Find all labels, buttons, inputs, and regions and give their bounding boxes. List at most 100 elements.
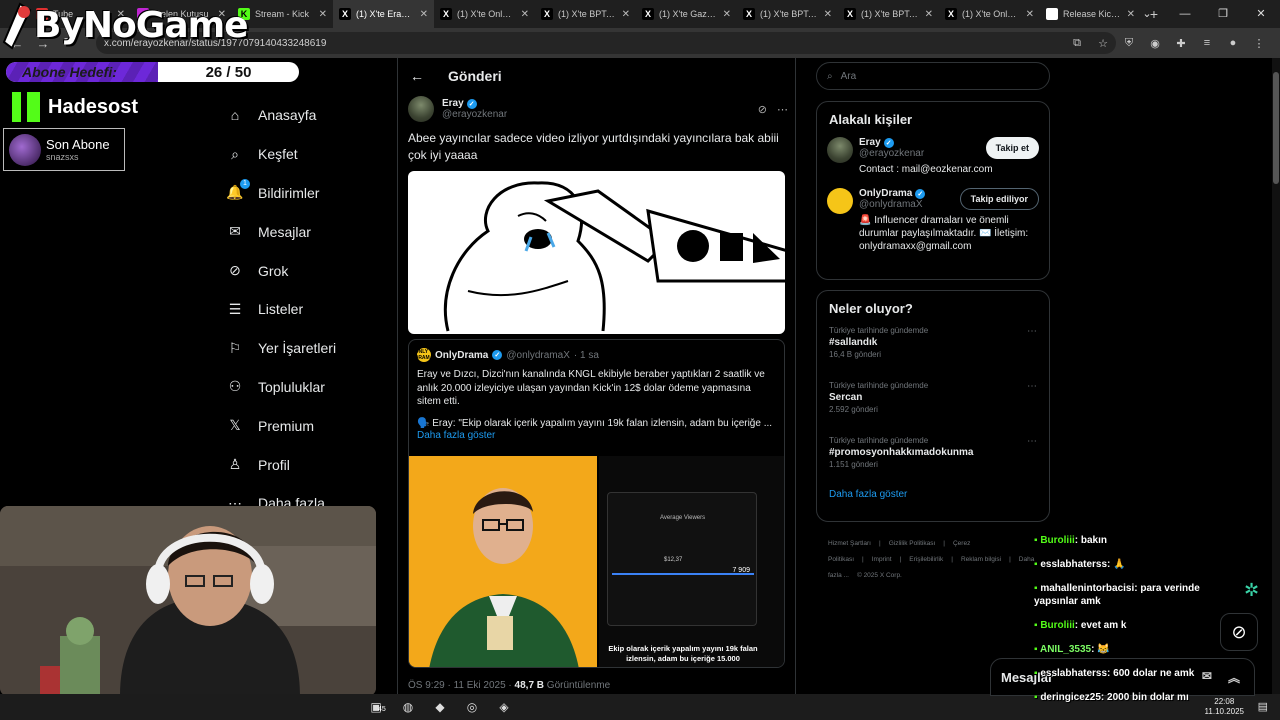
tab-favicon-icon: X (945, 8, 957, 20)
sidebar-item-x-logo[interactable]: 𝕏 Premium (222, 406, 382, 445)
extension-icon[interactable]: ◉ (1142, 37, 1168, 50)
bookmark-star-icon[interactable]: ☆ (1090, 37, 1116, 50)
trend-more-icon[interactable]: ⋯ (1027, 381, 1037, 392)
trends-show-more[interactable]: Daha fazla göster (817, 485, 1049, 510)
close-window-button[interactable]: ✕ (1242, 0, 1280, 28)
post-image[interactable] (408, 171, 785, 334)
footer-link[interactable]: Hizmet Şartları (828, 540, 871, 547)
trend-more-icon[interactable]: ⋯ (1027, 436, 1037, 447)
puzzle-icon[interactable]: ✚ (1168, 37, 1194, 50)
browser-tab[interactable]: X (1) X'te BPT: "V ✕ (838, 0, 939, 28)
browser-tab[interactable]: Release Kick.bu ✕ (1040, 0, 1141, 28)
tab-close-icon[interactable]: ✕ (622, 9, 630, 20)
last-subscriber-box: Son Abone snazsxs (3, 128, 125, 171)
taskbar-app-icon[interactable]: ◎ (456, 700, 488, 714)
follow-button[interactable]: Takip et (985, 137, 1039, 159)
person-row[interactable]: OnlyDrama ✓ @onlydramaX 🚨 Influencer dram… (817, 182, 1049, 259)
tab-close-icon[interactable]: ✕ (319, 9, 327, 20)
tab-favicon-icon: X (541, 8, 553, 20)
back-arrow-icon[interactable]: ← (410, 68, 424, 84)
x-logo-icon: 𝕏 (229, 417, 241, 434)
tab-title: (1) X'te BPT: "S (760, 9, 819, 19)
footer-link[interactable]: Gizlilik Politikası (889, 540, 936, 547)
steam-icon[interactable]: ◍ (392, 700, 424, 714)
communities-icon: ⚇ (228, 378, 242, 395)
trend-item[interactable]: Türkiye tarihinde gündemde Sercan 2.592 gö… (817, 375, 1049, 430)
browser-tab[interactable]: X (1) X'te BPT: "Ja ✕ (535, 0, 636, 28)
tab-close-icon[interactable]: ✕ (824, 9, 832, 20)
trend-item[interactable]: Türkiye tarihinde gündemde #promosyonhakk… (817, 430, 1049, 485)
author-avatar[interactable] (408, 96, 434, 122)
media-photo-person (409, 456, 597, 667)
sidebar-item-list[interactable]: ☰ Listeler (222, 290, 382, 329)
sidebar-item-home[interactable]: ⌂ Anasayfa (222, 96, 382, 135)
browser-tab[interactable]: X (1) X'te BPT: "S ✕ (737, 0, 838, 28)
chat-badge-icon: ▪ (1034, 583, 1038, 594)
maximize-button[interactable]: ❐ (1204, 0, 1242, 28)
taskbar-app-icon[interactable]: ◈ (488, 700, 520, 714)
quoted-post[interactable]: ONLY DRAMA OnlyDrama ✓ @onlydramaX · 1 s… (408, 339, 785, 668)
related-people-title: Alakalı kişiler (829, 112, 913, 127)
profile-avatar-icon[interactable]: ● (1220, 37, 1246, 49)
browser-tab[interactable]: X (1) X'te OnlyDr ✕ (434, 0, 535, 28)
sidebar-item-search[interactable]: ⌕ Keşfet (222, 135, 382, 174)
browser-tab[interactable]: X (1) X'te OnlyDr ✕ (939, 0, 1040, 28)
taskbar-app-icon[interactable]: ◆ (424, 700, 456, 714)
author-handle[interactable]: @erayozkenar (442, 109, 507, 120)
tab-search-icon[interactable]: ⌄ (1128, 0, 1166, 28)
post-timestamp[interactable]: ÖS 9:29 · 11 Eki 2025 · (408, 680, 515, 691)
sidebar-item-bookmark[interactable]: ⚐ Yer İşaretleri (222, 329, 382, 368)
sidebar-item-label: Premium (258, 417, 315, 434)
menu-icon[interactable]: ⋮ (1246, 37, 1272, 50)
search-input[interactable]: ⌕ Ara (816, 62, 1050, 90)
trend-item[interactable]: Türkiye tarihinde gündemde #sallandık 16,4… (817, 320, 1049, 375)
person-avatar[interactable] (827, 137, 853, 163)
post-more-icon[interactable]: ⋯ (777, 103, 788, 116)
footer-link[interactable]: Erişilebilirlik (909, 556, 943, 563)
person-name[interactable]: Eray (859, 137, 881, 148)
footer-link[interactable]: Reklam bilgisi (961, 556, 1001, 563)
sidebar-item-grok[interactable]: ⊘ Grok (222, 251, 382, 290)
author-name[interactable]: Eray (442, 98, 464, 109)
page-scrollbar[interactable] (1272, 58, 1280, 694)
sidebar-item-profile[interactable]: ♙ Profil (222, 445, 382, 484)
sidebar-item-mail[interactable]: ✉ Mesajlar (222, 212, 382, 251)
tab-close-icon[interactable]: ✕ (1026, 9, 1034, 20)
footer-link[interactable]: Imprint (872, 556, 892, 563)
sidebar-item-communities[interactable]: ⚇ Topluluklar (222, 368, 382, 407)
page-title: Gönderi (448, 68, 502, 84)
install-app-icon[interactable]: ⧉ (1064, 37, 1090, 50)
quote-media[interactable]: Average Viewers 7 909 $12,37 Ekip olarak… (409, 456, 784, 667)
browser-tab[interactable]: X (1) X'te Eray: "A ✕ (333, 0, 434, 28)
chat-text: : 2000 bin dolar mı (1100, 692, 1189, 703)
sidebar-item-bell[interactable]: 🔔 1 Bildirimler (222, 174, 382, 213)
media-screenshot: Average Viewers 7 909 $12,37 Ekip olarak… (599, 456, 784, 667)
following-button[interactable]: Takip ediliyor (959, 188, 1039, 210)
kick-channel-badge: Hadesost (12, 92, 138, 122)
grok-post-icon[interactable]: ⊘ (758, 103, 767, 116)
url-field[interactable]: x.com/erayozkenar/status/197707914043324… (96, 32, 1116, 54)
chat-username: mahallenintorbacisi (1040, 583, 1135, 594)
person-avatar[interactable] (827, 188, 853, 214)
person-row[interactable]: Eray ✓ @erayozkenar Contact : mail@eozken… (817, 131, 1049, 182)
bookmark-icon: ⚐ (228, 339, 242, 356)
trend-more-icon[interactable]: ⋯ (1027, 326, 1037, 337)
tab-close-icon[interactable]: ✕ (420, 9, 428, 20)
chatgpt-icon[interactable]: ✲ (1244, 580, 1259, 601)
show-more-link[interactable]: Daha fazla göster (409, 430, 784, 441)
media-icon[interactable]: ≡ (1194, 37, 1220, 49)
minimize-button[interactable]: — (1166, 0, 1204, 28)
footer-link[interactable]: © 2025 X Corp. (857, 572, 902, 579)
tab-close-icon[interactable]: ✕ (723, 9, 731, 20)
tab-close-icon[interactable]: ✕ (925, 9, 933, 20)
tab-title: Stream - Kick (255, 9, 310, 19)
notification-icon[interactable]: ▤ (1258, 700, 1268, 713)
shield-icon[interactable]: ⛨ (1116, 37, 1142, 50)
scrollbar-thumb[interactable] (1273, 72, 1279, 184)
person-name[interactable]: OnlyDrama (859, 188, 912, 199)
tab-close-icon[interactable]: ✕ (521, 9, 529, 20)
media-stat-label: Average Viewers (660, 515, 706, 521)
browser-tab[interactable]: X (1) X'te Gazete ✕ (636, 0, 737, 28)
taskbar-app-icon[interactable]: ▣ (360, 700, 392, 714)
tab-favicon-icon: X (844, 8, 856, 20)
